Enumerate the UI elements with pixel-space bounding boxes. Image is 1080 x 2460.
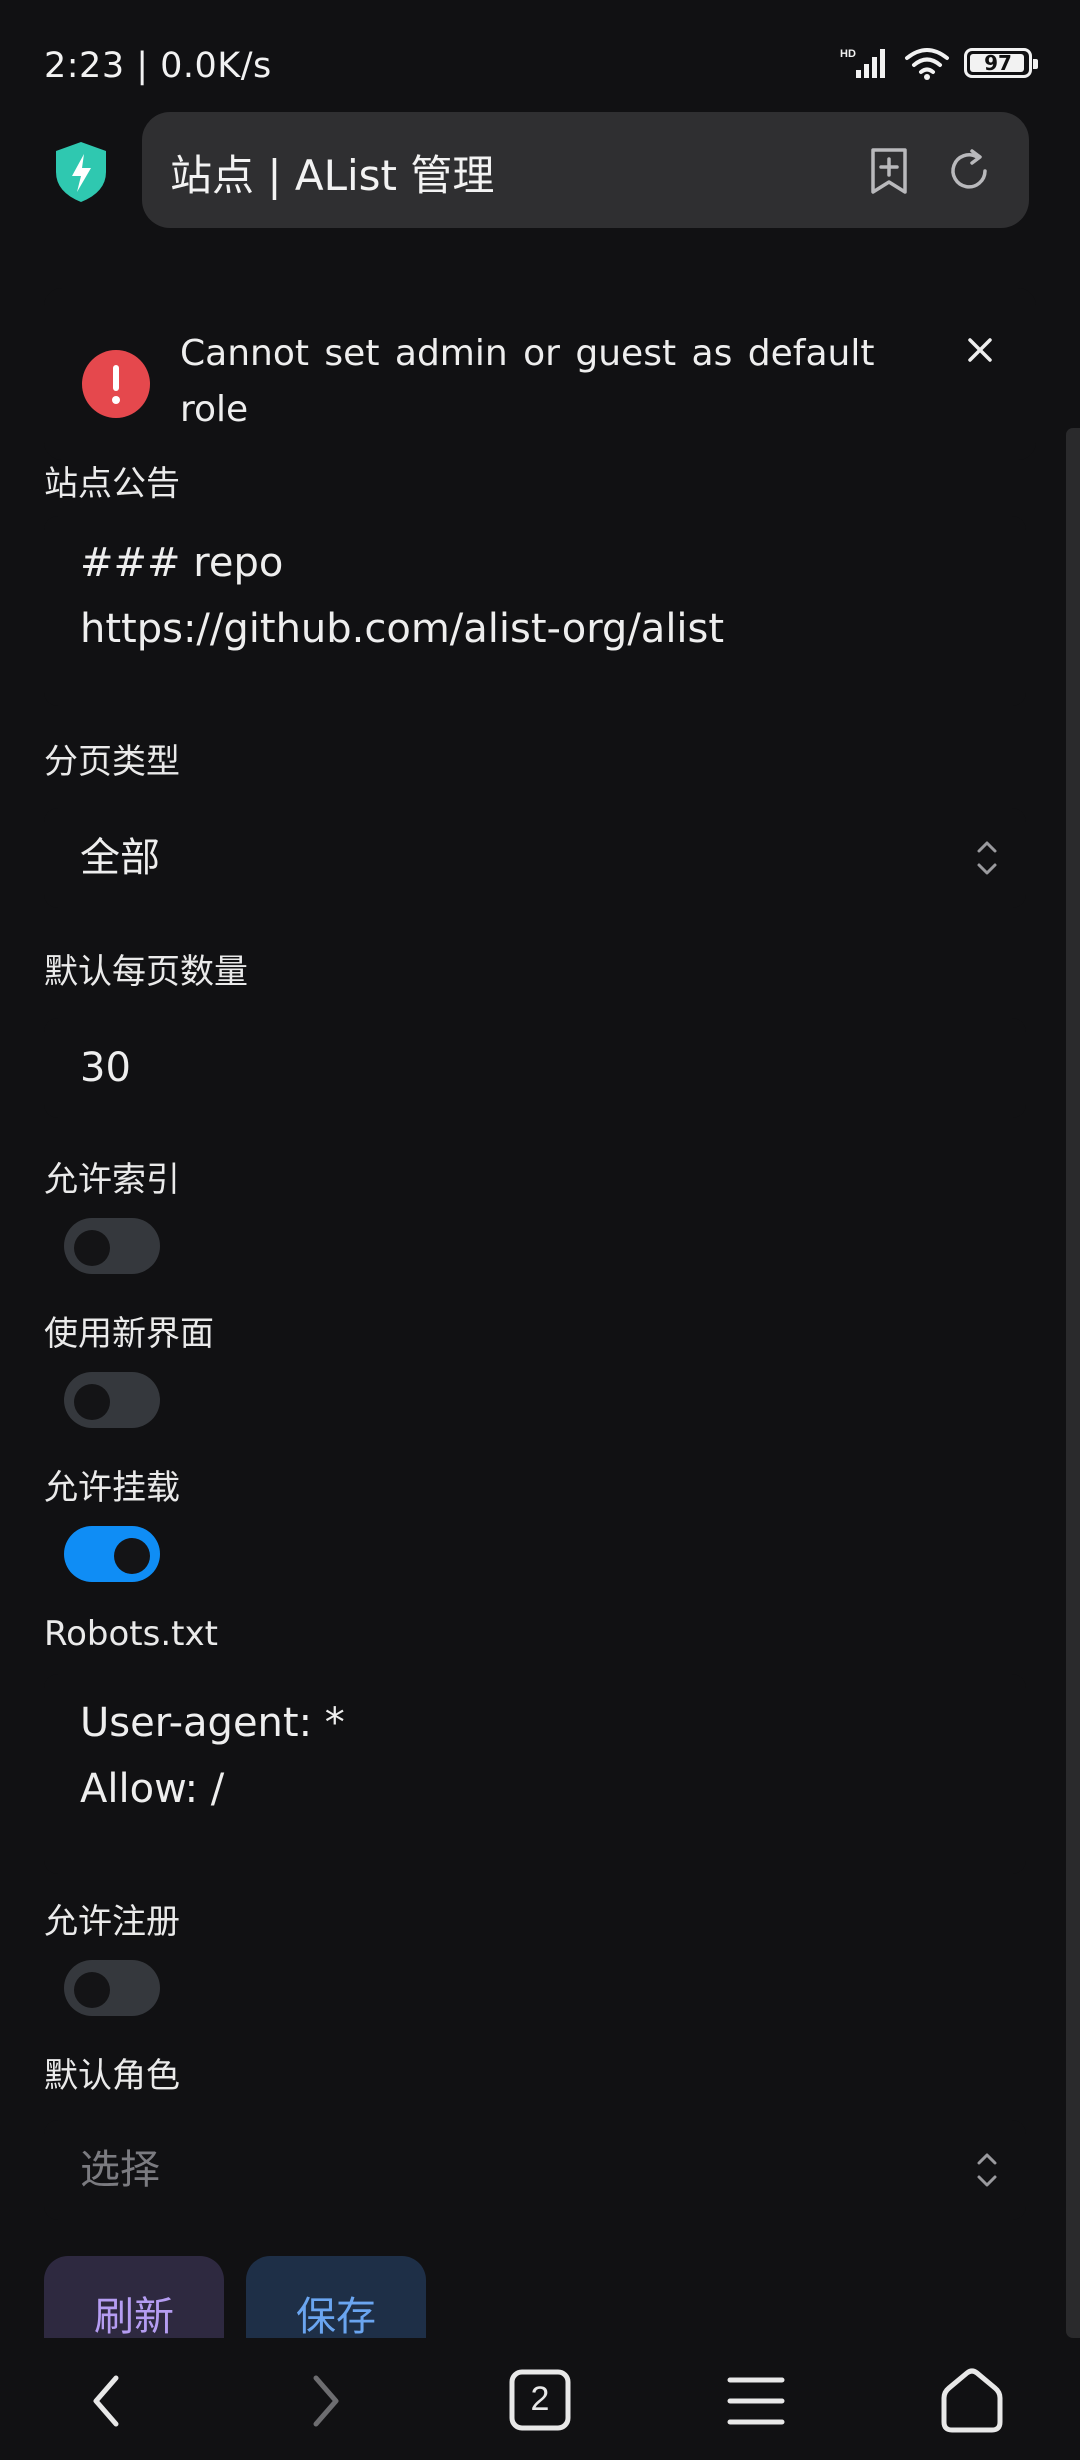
network-label: HD: [840, 48, 856, 60]
toggle-knob: [74, 1230, 110, 1266]
pagination-type-select[interactable]: 全部: [44, 808, 1026, 908]
toggle-knob: [74, 1384, 110, 1420]
address-bar[interactable]: 站点 | AList 管理: [142, 112, 1029, 228]
page-title: 站点 | AList 管理: [170, 151, 495, 200]
default-page-size-label: 默认每页数量: [44, 952, 248, 992]
status-time: 2:23 | 0.0K/s: [44, 46, 272, 86]
chevron-up-down-icon: [977, 2153, 997, 2187]
back-icon[interactable]: [72, 2368, 144, 2434]
shield-icon[interactable]: [52, 140, 110, 204]
tab-count: 2: [530, 2380, 550, 2418]
allow-mounted-label: 允许挂载: [44, 1468, 180, 1508]
default-role-label: 默认角色: [44, 2056, 180, 2096]
pagination-type-label: 分页类型: [44, 742, 180, 782]
toast-message: Cannot set admin or guest as default rol…: [180, 333, 875, 430]
announcement-textarea[interactable]: ### repo https://github.com/alist-org/al…: [44, 516, 1026, 706]
toggle-knob: [114, 1538, 150, 1574]
nav-bar: 2: [0, 2338, 1080, 2460]
default-role-placeholder: 选择: [80, 2147, 160, 2193]
allow-register-toggle[interactable]: [64, 1960, 160, 2016]
toggle-knob: [74, 1972, 110, 2008]
refresh-icon[interactable]: [944, 146, 994, 196]
home-icon[interactable]: [936, 2368, 1008, 2434]
robots-txt-textarea[interactable]: User-agent: * Allow: /: [44, 1674, 1026, 1874]
allow-indexed-toggle[interactable]: [64, 1218, 160, 1274]
announcement-line-1: ### repo: [80, 540, 284, 586]
default-role-select[interactable]: 选择: [44, 2120, 1026, 2220]
default-page-size-value: 30: [80, 1045, 131, 1091]
error-toast: Cannot set admin or guest as default rol…: [44, 288, 1036, 460]
settings-form: 站点公告 ### repo https://github.com/alist-o…: [0, 268, 1080, 2336]
battery-icon: 97: [964, 48, 1038, 78]
allow-register-label: 允许注册: [44, 1902, 180, 1942]
scrollbar[interactable]: [1066, 428, 1080, 2338]
robots-txt-label: Robots.txt: [44, 1614, 218, 1654]
announcement-label: 站点公告: [44, 464, 180, 504]
forward-icon[interactable]: [288, 2368, 360, 2434]
allow-mounted-toggle[interactable]: [64, 1526, 160, 1582]
close-icon[interactable]: [960, 330, 1000, 370]
status-icons: HD 97: [840, 46, 1038, 80]
robots-txt-line-1: User-agent: *: [80, 1700, 345, 1746]
wifi-icon: [905, 48, 949, 80]
announcement-line-2: https://github.com/alist-org/alist: [80, 606, 725, 652]
pagination-type-value: 全部: [80, 835, 160, 881]
status-bar: 2:23 | 0.0K/s HD 97: [0, 0, 1080, 120]
robots-txt-line-2: Allow: /: [80, 1766, 225, 1812]
tabs-button[interactable]: 2: [504, 2368, 576, 2434]
use-new-ui-toggle[interactable]: [64, 1372, 160, 1428]
use-new-ui-label: 使用新界面: [44, 1314, 214, 1354]
allow-indexed-label: 允许索引: [44, 1160, 180, 1200]
battery-text: 97: [984, 51, 1012, 75]
error-icon: [82, 350, 150, 418]
signal-icon: HD: [840, 48, 885, 78]
default-page-size-input[interactable]: 30: [44, 1018, 1026, 1118]
menu-icon[interactable]: [720, 2368, 792, 2434]
bookmark-add-icon[interactable]: [864, 146, 914, 196]
chevron-up-down-icon: [977, 841, 997, 875]
